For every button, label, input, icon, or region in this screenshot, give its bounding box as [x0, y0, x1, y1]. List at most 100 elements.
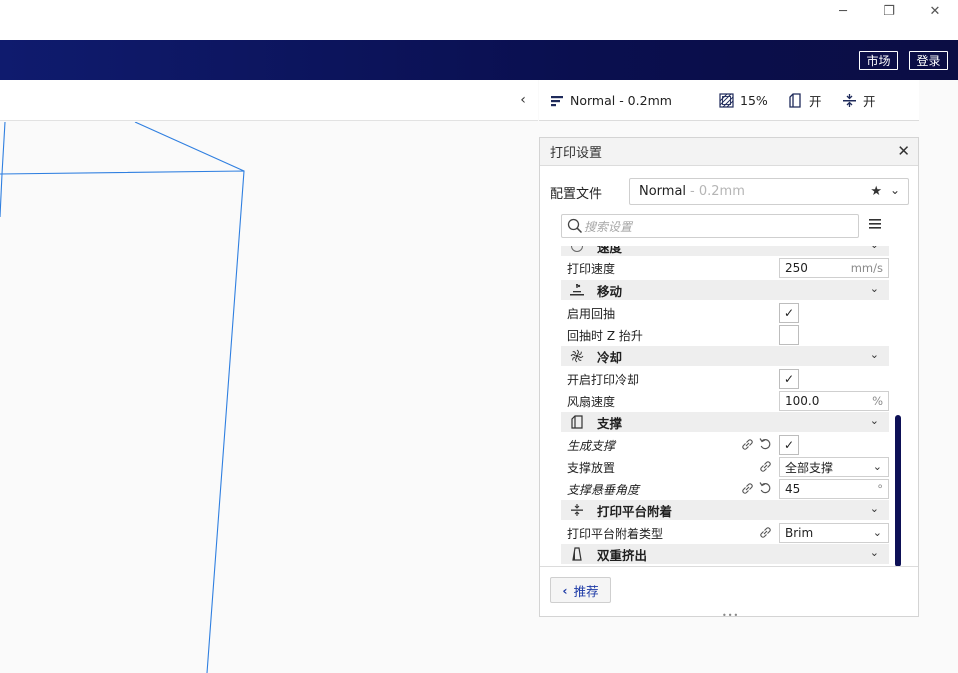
unit-label: %: [872, 394, 883, 408]
setting-label: 打印平台附着类型: [567, 526, 664, 541]
print-speed-input[interactable]: 250 mm/s: [779, 258, 889, 278]
support-icon: [789, 93, 801, 108]
link-icon[interactable]: [741, 482, 754, 495]
3d-viewport[interactable]: [0, 122, 538, 673]
settings-list[interactable]: 速度 ⌄ 打印速度 250 mm/s 移动 ⌄ 启用回抽 ✓ 回抽时 Z 抬升 …: [561, 246, 889, 566]
infill-icon: [719, 93, 734, 108]
summary-adhesion[interactable]: 开: [842, 80, 876, 121]
chevron-down-icon: ⌄: [869, 282, 879, 295]
category-cooling[interactable]: 冷却 ⌄: [561, 346, 889, 366]
category-label: 移动: [597, 283, 623, 299]
profile-select[interactable]: Normal - 0.2mm ★ ⌄: [629, 178, 909, 205]
unit-label: °: [877, 482, 883, 496]
marketplace-button[interactable]: 市场: [859, 51, 898, 70]
setting-retraction: 启用回抽 ✓: [561, 302, 889, 324]
setting-generate-support: 生成支撑 ✓: [561, 434, 889, 456]
cooling-checkbox[interactable]: ✓: [779, 369, 799, 389]
profile-layers-icon: [551, 95, 563, 106]
fan-speed-input[interactable]: 100.0 %: [779, 391, 889, 411]
panel-title: 打印设置: [550, 146, 603, 161]
close-window-button[interactable]: ✕: [912, 0, 958, 22]
chevron-down-icon: ⌄: [869, 546, 879, 559]
setting-cooling-enable: 开启打印冷却 ✓: [561, 368, 889, 390]
support-icon: [565, 415, 589, 429]
adhesion-type-select[interactable]: Brim ⌄: [779, 523, 889, 543]
adhesion-icon: [565, 503, 589, 517]
link-icon[interactable]: [741, 438, 754, 451]
settings-scrollbar[interactable]: [895, 415, 901, 567]
recommended-button[interactable]: ‹ 推荐: [550, 577, 611, 603]
category-label: 冷却: [597, 349, 623, 365]
settings-menu-icon[interactable]: [869, 218, 881, 230]
close-icon[interactable]: ✕: [897, 142, 910, 160]
setting-label: 开启打印冷却: [567, 372, 640, 387]
panel-header: 打印设置 ✕: [540, 138, 918, 166]
category-label: 支撑: [597, 415, 623, 431]
print-setup-summary[interactable]: Normal - 0.2mm 15% 开 开: [539, 80, 919, 121]
profile-row: 配置文件 Normal - 0.2mm ★ ⌄: [550, 178, 910, 206]
reset-icon[interactable]: [759, 437, 772, 451]
link-icon[interactable]: [759, 460, 772, 473]
travel-icon: [565, 283, 589, 297]
print-speed-value: 250: [785, 261, 808, 275]
unit-label: mm/s: [850, 261, 883, 275]
category-travel[interactable]: 移动 ⌄: [561, 280, 889, 300]
profile-label: 配置文件: [550, 186, 603, 202]
summary-profile-label: Normal - 0.2mm: [570, 93, 672, 108]
category-dual-extrusion[interactable]: 双重挤出 ⌄: [561, 544, 889, 564]
setting-overhang-angle: 支撑悬垂角度 45 °: [561, 478, 889, 500]
summary-profile[interactable]: Normal - 0.2mm: [550, 80, 672, 121]
speed-icon: [565, 246, 589, 253]
category-label: 速度: [597, 246, 623, 255]
window-titlebar: ─ ❐ ✕: [0, 0, 958, 40]
adhesion-icon: [843, 94, 856, 107]
profile-sub: - 0.2mm: [690, 184, 745, 199]
category-adhesion[interactable]: 打印平台附着 ⌄: [561, 500, 889, 520]
setting-label: 支撑悬垂角度: [567, 482, 640, 497]
summary-infill-value: 15%: [740, 93, 768, 108]
app-header: 市场 登录: [0, 40, 958, 80]
setting-label: 回抽时 Z 抬升: [567, 328, 643, 343]
chevron-left-icon[interactable]: ‹: [514, 90, 532, 110]
retraction-checkbox[interactable]: ✓: [779, 303, 799, 323]
resize-grip-icon[interactable]: •••: [722, 611, 739, 620]
zhop-checkbox[interactable]: [779, 325, 799, 345]
fan-speed-value: 100.0: [785, 394, 820, 408]
support-placement-value: 全部支撑: [785, 460, 834, 475]
chevron-down-icon: ⌄: [889, 183, 900, 197]
chevron-down-icon: ⌄: [872, 526, 882, 539]
chevron-down-icon: ⌄: [869, 348, 879, 361]
search-placeholder: 搜索设置: [584, 219, 633, 234]
support-placement-select[interactable]: 全部支撑 ⌄: [779, 457, 889, 477]
checkmark-icon: ✓: [783, 438, 795, 452]
summary-support-value: 开: [809, 94, 822, 109]
checkmark-icon: ✓: [783, 306, 795, 320]
summary-infill[interactable]: 15%: [719, 80, 768, 121]
setting-label: 打印速度: [567, 261, 616, 276]
setting-print-speed: 打印速度 250 mm/s: [561, 257, 889, 279]
category-support[interactable]: 支撑 ⌄: [561, 412, 889, 432]
reset-icon[interactable]: [759, 481, 772, 495]
dual-extrusion-icon: [565, 547, 589, 561]
checkmark-icon: ✓: [783, 372, 795, 386]
category-label: 打印平台附着: [597, 503, 673, 519]
star-icon[interactable]: ★: [870, 184, 882, 199]
overhang-angle-input[interactable]: 45 °: [779, 479, 889, 499]
search-input[interactable]: 搜索设置: [561, 214, 859, 238]
summary-support[interactable]: 开: [788, 80, 822, 121]
restore-button[interactable]: ❐: [866, 0, 912, 22]
chevron-down-icon: ⌄: [869, 414, 879, 427]
link-icon[interactable]: [759, 526, 772, 539]
adhesion-type-value: Brim: [785, 526, 814, 540]
minimize-button[interactable]: ─: [820, 0, 866, 22]
category-speed[interactable]: 速度 ⌄: [561, 246, 889, 256]
setting-adhesion-type: 打印平台附着类型 Brim ⌄: [561, 522, 889, 544]
search-icon: [567, 218, 583, 234]
generate-support-checkbox[interactable]: ✓: [779, 435, 799, 455]
build-volume-outline: [0, 122, 245, 673]
profile-name: Normal: [639, 184, 687, 199]
recommended-label: 推荐: [573, 583, 599, 599]
setting-zhop: 回抽时 Z 抬升: [561, 324, 889, 346]
login-button[interactable]: 登录: [909, 51, 948, 70]
setting-label: 风扇速度: [567, 394, 616, 409]
